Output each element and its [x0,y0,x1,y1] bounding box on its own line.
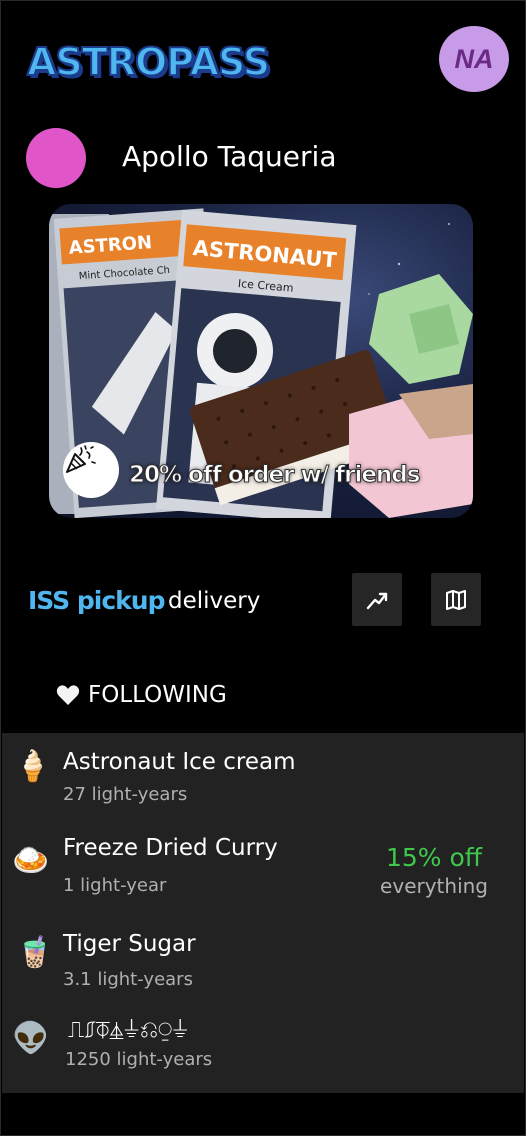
list-item-distance: 27 light-years [63,784,188,805]
user-avatar[interactable]: NA [439,26,509,92]
trending-button[interactable] [352,573,402,626]
list-item-distance: 3.1 light-years [63,969,193,990]
list-item[interactable]: 🍛 Freeze Dried Curry 1 light-year 15% of… [2,821,524,919]
following-list: 🍦 Astronaut Ice cream 27 light-years 🍛 F… [2,733,524,1093]
tab-iss-pickup[interactable]: ISS pickup [28,586,165,615]
deal-description: everything [380,874,488,898]
list-item-name: Astronaut Ice cream [63,749,296,775]
promo-text: 20% off order w/ friends [128,462,420,489]
following-label: FOLLOWING [88,682,227,708]
curry-rice-icon: 🍛 [12,844,50,877]
deal-badge: 15% off everything [380,843,488,898]
list-item[interactable]: 🍦 Astronaut Ice cream 27 light-years [2,733,524,821]
promo-banner[interactable]: ASTRON Mint Chocolate Ch ASTRONAUT Ice C… [49,204,473,518]
soft-ice-cream-icon: 🍦 [14,750,52,783]
party-popper-icon [63,442,119,498]
trending-icon [366,592,388,609]
list-item[interactable]: 🧋 Tiger Sugar 3.1 light-years [2,919,524,1005]
map-icon [446,589,466,610]
app-logo: ASTROPASS [26,39,271,85]
list-item-name: ⎍⎎⏁⏅⏚⎌⍜⏚ [68,1017,189,1043]
list-item-name: Tiger Sugar [63,931,196,957]
tab-delivery[interactable]: delivery [168,588,260,614]
store-name: Apollo Taqueria [122,140,337,173]
alien-icon: 👽 [12,1022,50,1055]
list-item-distance: 1 light-year [63,875,167,896]
following-header: FOLLOWING [56,682,227,708]
store-avatar [26,128,86,188]
heart-icon [56,685,80,705]
list-item-distance: 1250 light-years [65,1049,213,1070]
list-item-name: Freeze Dried Curry [63,835,278,861]
deal-percent: 15% off [386,843,483,872]
bubble-tea-icon: 🧋 [16,936,54,969]
map-button[interactable] [431,573,481,626]
list-item[interactable]: 👽 ⎍⎎⏁⏅⏚⎌⍜⏚ 1250 light-years [2,1005,524,1093]
